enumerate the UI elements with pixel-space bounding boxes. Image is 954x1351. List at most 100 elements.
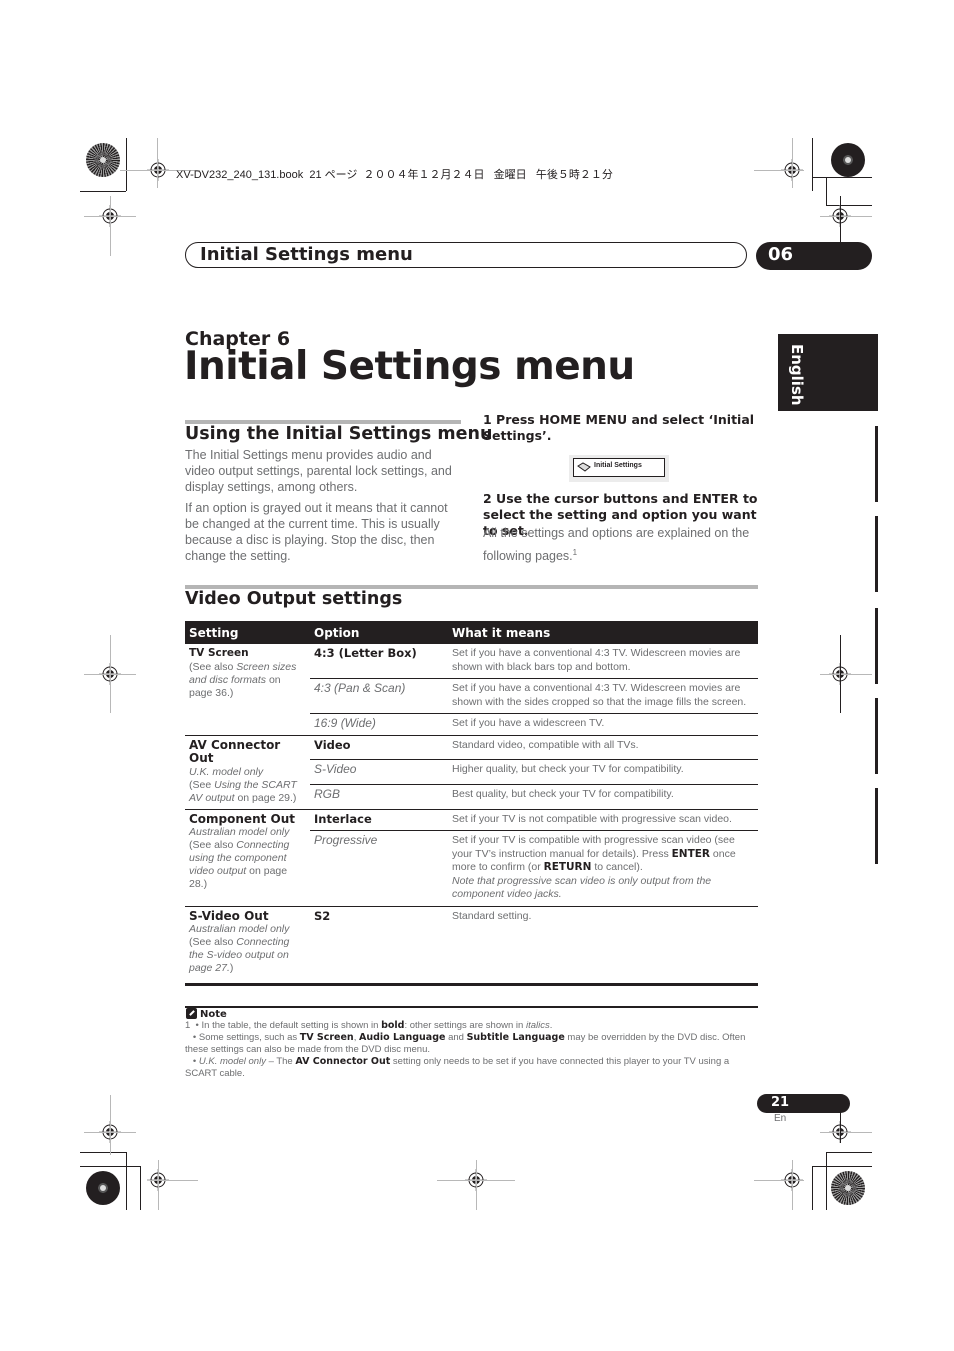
option-cell: Video xyxy=(310,734,448,760)
crop-line xyxy=(140,1166,141,1210)
option-cell: 4:3 (Pan & Scan) xyxy=(310,678,448,714)
footnote-bold: Subtitle Language xyxy=(466,1032,565,1043)
table-row: S-Video Out Australian model only (See al… xyxy=(185,905,758,986)
setting-name: TV Screen xyxy=(189,647,249,659)
step-2-text: All the settings and options are explain… xyxy=(483,526,750,564)
note-text: (See also xyxy=(189,660,237,673)
footnote-italic: italics xyxy=(525,1020,550,1031)
desc-note: Note that progressive scan video is only… xyxy=(452,874,712,901)
crop-line xyxy=(80,1166,140,1167)
running-header-title: Initial Settings menu xyxy=(200,244,413,265)
note-rule xyxy=(185,1006,758,1008)
thumb-index-bar xyxy=(875,426,878,502)
crop-guide xyxy=(754,1180,804,1181)
section-heading-video: Video Output settings xyxy=(185,589,403,609)
description-cell: Set if you have a conventional 4:3 TV. W… xyxy=(452,647,741,673)
table-row: Component Out Australian model only (See … xyxy=(185,808,758,906)
crop-guide xyxy=(820,1132,872,1133)
note-text: on page 29.) xyxy=(234,791,297,804)
column-header: What it means xyxy=(448,621,758,644)
osd-menu-item: Initial Settings xyxy=(573,458,665,477)
note-heading: Note xyxy=(186,1008,227,1020)
setting-cell: Component Out Australian model only (See … xyxy=(185,808,310,906)
description-cell: Set if you have a conventional 4:3 TV. W… xyxy=(448,678,758,714)
note-heading-text: Note xyxy=(200,1009,227,1020)
footnote-text: and xyxy=(445,1032,467,1043)
option-cell: S-Video xyxy=(310,759,448,785)
crop-line xyxy=(812,177,872,178)
crop-guide xyxy=(820,216,872,217)
option-cell: Progressive xyxy=(310,830,448,906)
crop-line xyxy=(826,1152,827,1210)
setting-note: U.K. model only (See Using the SCART AV o… xyxy=(189,766,306,805)
footnote: • Some settings, such as TV Screen, Audi… xyxy=(185,1032,758,1056)
running-header-title-box: Initial Settings menu xyxy=(185,242,747,268)
footnote-text: . xyxy=(549,1020,553,1031)
crop-line xyxy=(826,177,827,205)
button-name-return: RETURN xyxy=(543,861,592,873)
model-note: Australian model only xyxy=(189,923,290,935)
note-text: (See also xyxy=(189,936,237,948)
setting-note: (See also Screen sizes and disc formats … xyxy=(189,661,306,700)
option-cell: Interlace xyxy=(310,808,448,831)
running-header-chapter-number: 06 xyxy=(768,244,794,265)
setting-name: AV Connector Out xyxy=(189,737,281,765)
crop-guide xyxy=(840,635,841,713)
footnote-text: – The xyxy=(265,1056,296,1067)
setting-name: Component Out xyxy=(189,811,296,826)
thumb-index-bar xyxy=(875,608,878,684)
note-text: ) xyxy=(229,962,234,974)
setting-cell: TV Screen (See also Screen sizes and dis… xyxy=(185,644,310,735)
step-2-body: All the settings and options are explain… xyxy=(483,523,763,566)
footnote: • U.K. model only – The AV Connector Out… xyxy=(185,1056,758,1080)
thumb-index-bar xyxy=(875,516,878,592)
option-cell: 4:3 (Letter Box) xyxy=(314,646,417,660)
crop-guide xyxy=(754,170,804,171)
registration-disc-bottom-right xyxy=(831,1171,865,1205)
description-cell: Best quality, but check your TV for comp… xyxy=(448,783,758,809)
osd-menu-screenshot: Initial Settings xyxy=(569,455,669,482)
description-cell: Set if your TV is compatible with progre… xyxy=(448,830,758,906)
crop-line xyxy=(126,138,127,191)
footnote-text: • Some settings, such as xyxy=(185,1032,300,1043)
footnote: 1 • In the table, the default setting is… xyxy=(185,1020,758,1032)
language-tab: English xyxy=(778,334,878,411)
description-cell: Set if you have a widescreen TV. xyxy=(448,713,758,735)
footnote-bold: bold xyxy=(381,1020,405,1031)
setting-cell: AV Connector Out U.K. model only (See Usi… xyxy=(185,734,310,809)
footnote-bold: AV Connector Out xyxy=(295,1056,391,1067)
model-note: Australian model only xyxy=(189,826,290,838)
option-cell: 16:9 (Wide) xyxy=(310,713,448,735)
crop-guide xyxy=(792,1160,793,1210)
page-number: 21 xyxy=(771,1095,790,1110)
button-name-enter: ENTER xyxy=(671,847,711,860)
column-header: Setting xyxy=(185,621,310,644)
registration-disc-top-left xyxy=(86,143,120,177)
footnote-italic: U.K. model only xyxy=(198,1056,266,1067)
crop-guide xyxy=(157,138,158,188)
crop-line xyxy=(812,1166,813,1210)
note-pencil-icon xyxy=(186,1008,197,1019)
footnote-bold: Audio Language xyxy=(358,1032,446,1043)
crop-line xyxy=(812,1166,872,1167)
model-note: U.K. model only xyxy=(189,765,264,778)
desc-text: to cancel). xyxy=(591,861,643,873)
chapter-title: Initial Settings menu xyxy=(184,344,635,389)
note-text: (See xyxy=(189,778,215,791)
language-tab-label: English xyxy=(788,344,806,406)
thumb-index-bar xyxy=(875,788,878,864)
description-cell: Higher quality, but check your TV for co… xyxy=(448,759,758,785)
crop-guide xyxy=(110,196,111,256)
description-cell: Set if your TV is not compatible with pr… xyxy=(448,808,758,831)
crop-line xyxy=(826,1152,872,1153)
note-text: (See also xyxy=(189,839,237,851)
table-row: TV Screen (See also Screen sizes and dis… xyxy=(185,644,758,698)
crop-line xyxy=(80,1152,126,1153)
footnote-ref: 1 xyxy=(572,548,578,557)
crop-guide xyxy=(110,635,111,713)
paragraph: The Initial Settings menu provides audio… xyxy=(185,448,452,494)
setting-cell: S-Video Out Australian model only (See al… xyxy=(185,905,310,986)
description-cell: Standard setting. xyxy=(448,905,758,986)
thumb-index-bar xyxy=(875,698,878,774)
page-number-pill: 21 xyxy=(757,1094,850,1113)
